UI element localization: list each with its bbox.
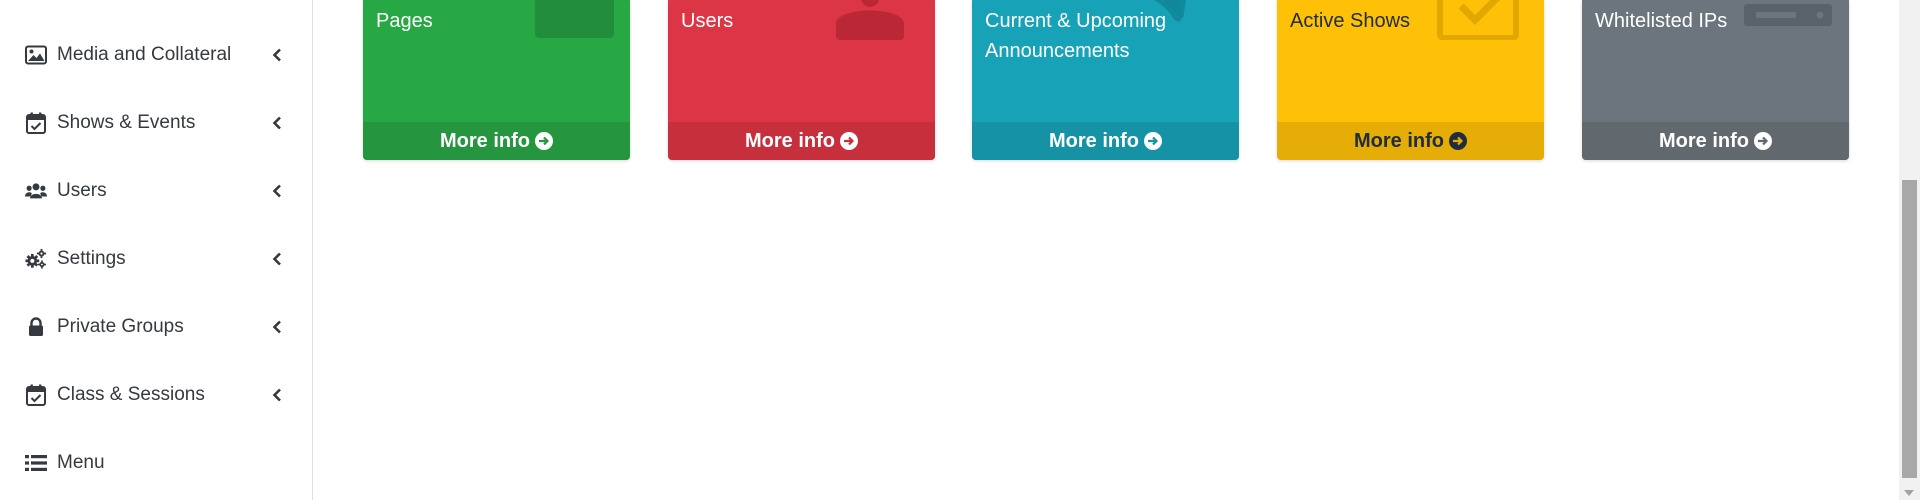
card-title: Users <box>681 10 734 32</box>
list-icon <box>25 452 47 474</box>
sidebar-item-private-groups[interactable]: Private Groups <box>0 305 312 349</box>
sidebar-item-shows-events[interactable]: Shows & Events <box>0 101 312 145</box>
sidebar-item-label: Settings <box>57 248 126 269</box>
scroll-down-arrow-icon[interactable] <box>1904 490 1914 496</box>
arrow-circle-right-icon <box>1449 132 1467 150</box>
more-info-label: More info <box>440 129 530 152</box>
scrollbar-thumb[interactable] <box>1902 180 1917 478</box>
users-icon <box>25 180 47 202</box>
sidebar-item-menu[interactable]: Menu <box>0 441 312 485</box>
lock-icon <box>25 316 47 338</box>
arrow-circle-right-icon <box>840 132 858 150</box>
sidebar-item-label: Shows & Events <box>57 112 196 133</box>
more-info-link[interactable]: More info <box>972 122 1239 160</box>
chevron-left-icon <box>271 319 283 335</box>
sidebar-item-label: Media and Collateral <box>57 44 232 65</box>
stat-card-whitelisted-ips: Whitelisted IPs More info <box>1582 0 1849 160</box>
more-info-label: More info <box>1049 129 1139 152</box>
sidebar-item-class-sessions[interactable]: Class & Sessions <box>0 373 312 417</box>
stat-card-pages: Pages More info <box>363 0 630 160</box>
more-info-link[interactable]: More info <box>1582 122 1849 160</box>
arrow-circle-right-icon <box>1754 132 1772 150</box>
image-icon <box>25 44 47 66</box>
card-title: Current & Upcoming Announcements <box>985 10 1167 62</box>
sidebar-item-users[interactable]: Users <box>0 169 312 213</box>
sidebar-item-label: Menu <box>57 452 105 473</box>
sidebar-item-label: Private Groups <box>57 316 184 337</box>
arrow-circle-right-icon <box>535 132 553 150</box>
stat-card-users: Users More info <box>668 0 935 160</box>
sidebar: Media and Collateral Shows & Events User… <box>0 0 313 500</box>
calendar-check-icon <box>25 384 47 406</box>
more-info-label: More info <box>1659 129 1749 152</box>
card-title: Pages <box>376 10 433 32</box>
calendar-check-icon <box>25 112 47 134</box>
vertical-scrollbar[interactable] <box>1899 0 1920 500</box>
more-info-label: More info <box>745 129 835 152</box>
more-info-link[interactable]: More info <box>668 122 935 160</box>
sidebar-item-label: Users <box>57 180 107 201</box>
more-info-link[interactable]: More info <box>363 122 630 160</box>
chevron-left-icon <box>271 251 283 267</box>
stat-card-announcements: Current & Upcoming Announcements More in… <box>972 0 1239 160</box>
card-title: Whitelisted IPs <box>1595 10 1728 32</box>
chevron-left-icon <box>271 387 283 403</box>
more-info-link[interactable]: More info <box>1277 122 1544 160</box>
arrow-circle-right-icon <box>1144 132 1162 150</box>
cogs-icon <box>25 248 47 270</box>
card-title: Active Shows <box>1290 10 1411 32</box>
chevron-left-icon <box>271 183 283 199</box>
sidebar-item-label: Class & Sessions <box>57 384 205 405</box>
sidebar-item-media-and-collateral[interactable]: Media and Collateral <box>0 33 312 77</box>
sidebar-item-settings[interactable]: Settings <box>0 237 312 281</box>
chevron-left-icon <box>271 115 283 131</box>
stat-card-active-shows: Active Shows More info <box>1277 0 1544 160</box>
more-info-label: More info <box>1354 129 1444 152</box>
chevron-left-icon <box>271 47 283 63</box>
